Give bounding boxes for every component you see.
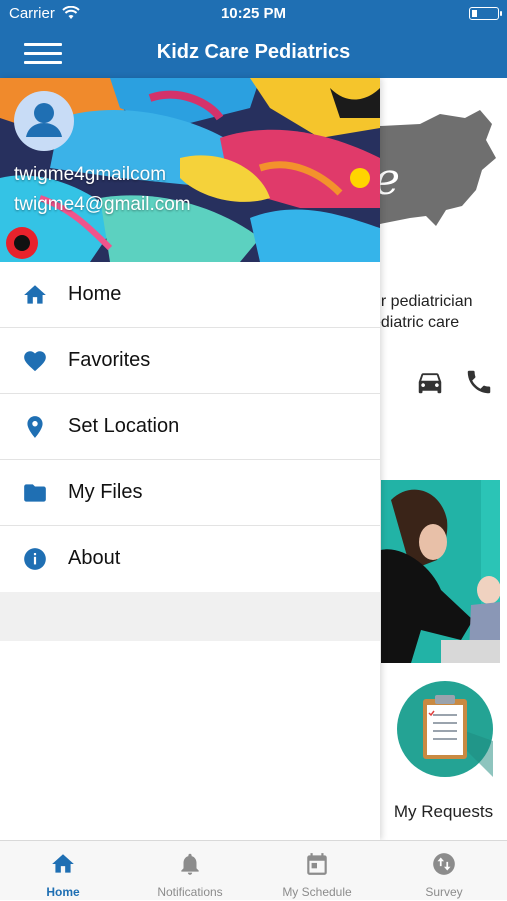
state-map-image: e xyxy=(380,110,496,226)
drawer-item-set-location[interactable]: Set Location xyxy=(0,394,380,460)
drawer-item-label: Home xyxy=(68,283,122,305)
drawer-item-label: Favorites xyxy=(68,349,151,371)
tab-label: Home xyxy=(46,885,80,899)
tab-home[interactable]: Home xyxy=(0,841,126,901)
location-pin-icon xyxy=(27,416,43,438)
status-time: 10:25 PM xyxy=(220,5,287,22)
swap-icon xyxy=(433,853,455,875)
tab-notifications[interactable]: Notifications xyxy=(127,841,253,901)
tab-bar: Home Notifications My Schedule Survey xyxy=(0,840,507,900)
drawer-item-home[interactable]: Home xyxy=(0,262,380,328)
clipboard-icon xyxy=(423,695,493,777)
bell-icon xyxy=(181,853,199,875)
battery-icon xyxy=(469,7,502,20)
phone-icon[interactable] xyxy=(463,367,495,397)
drawer-menu: Home Favorites Set Location My Files Abo… xyxy=(0,262,380,591)
user-email: twigme4@gmail.com xyxy=(14,194,191,215)
car-icon[interactable] xyxy=(414,367,446,397)
tab-label: Notifications xyxy=(157,885,223,899)
tab-survey[interactable]: Survey xyxy=(381,841,507,901)
intro-text-line2: ediatric care xyxy=(372,314,460,331)
tab-label: My Schedule xyxy=(282,885,352,899)
user-name: twigme4gmailcom xyxy=(14,164,167,185)
my-requests-label[interactable]: My Requests xyxy=(380,802,507,822)
home-icon xyxy=(52,854,74,873)
drawer-header: twigme4gmailcom twigme4@gmail.com xyxy=(0,78,380,262)
user-avatar-icon xyxy=(26,103,62,137)
svg-text:e: e xyxy=(380,154,400,205)
drawer-item-label: About xyxy=(68,547,121,569)
heart-icon xyxy=(24,351,46,372)
avatar[interactable] xyxy=(14,91,74,151)
tab-label: Survey xyxy=(425,885,463,899)
drawer-item-label: Set Location xyxy=(68,415,180,437)
doctor-with-child-photo xyxy=(381,480,500,663)
drawer-item-my-files[interactable]: My Files xyxy=(0,460,380,526)
status-bar: Carrier 10:25 PM xyxy=(0,0,507,28)
app-title: Kidz Care Pediatrics xyxy=(156,41,351,63)
drawer-footer xyxy=(0,592,380,641)
tab-my-schedule[interactable]: My Schedule xyxy=(254,841,380,901)
info-icon xyxy=(24,548,46,570)
calendar-icon xyxy=(307,853,327,875)
intro-text-line1: ur pediatrician xyxy=(372,293,473,310)
my-requests-button[interactable] xyxy=(397,681,493,777)
side-drawer: twigme4gmailcom twigme4@gmail.com Home F… xyxy=(0,78,380,840)
nav-bar: Kidz Care Pediatrics xyxy=(0,28,507,78)
folder-icon xyxy=(24,484,46,502)
drawer-item-favorites[interactable]: Favorites xyxy=(0,328,380,394)
drawer-item-about[interactable]: About xyxy=(0,526,380,591)
home-icon xyxy=(24,285,46,304)
drawer-item-label: My Files xyxy=(68,481,143,503)
